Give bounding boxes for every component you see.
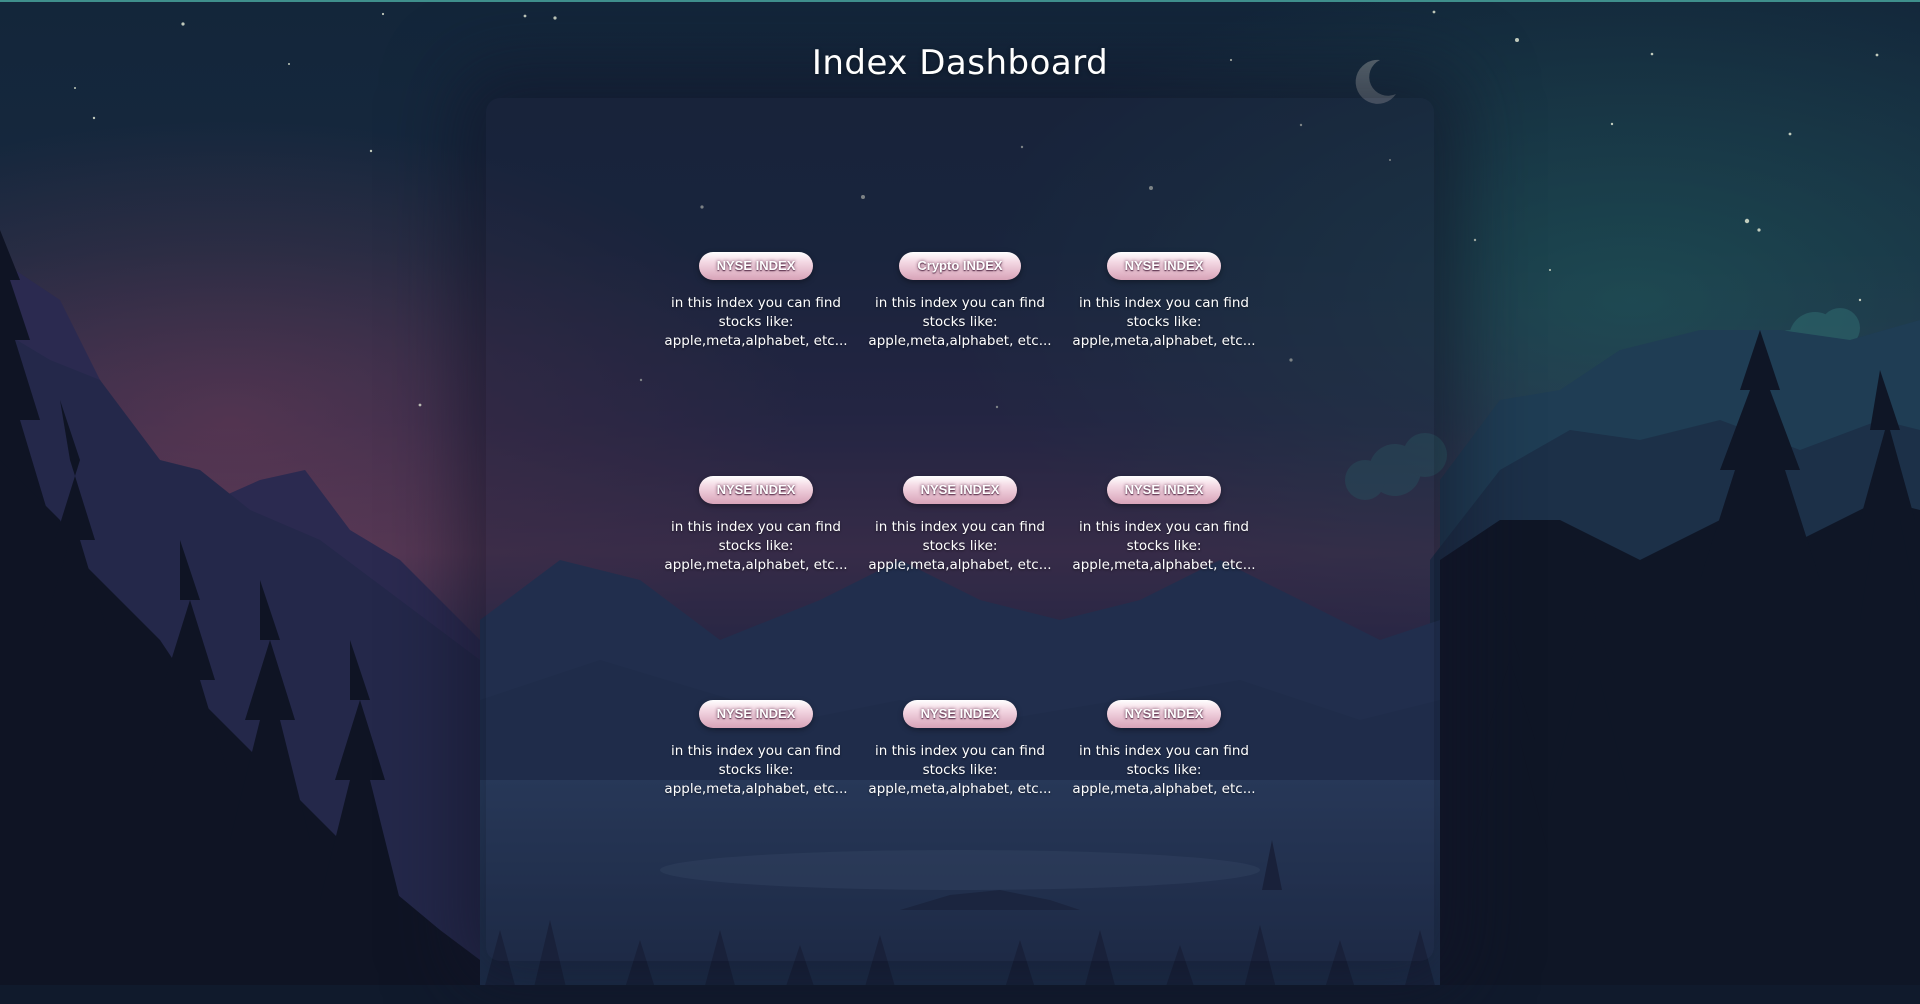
index-description: in this index you can find stocks like: … xyxy=(1072,743,1256,797)
index-button[interactable]: NYSE INDEX xyxy=(698,252,814,280)
index-description: in this index you can find stocks like: … xyxy=(1072,295,1256,349)
index-card: NYSE INDEX in this index you can find st… xyxy=(860,700,1060,799)
index-button[interactable]: Crypto INDEX xyxy=(899,252,1021,280)
index-cards-grid: NYSE INDEX in this index you can find st… xyxy=(486,98,1434,961)
index-button[interactable]: NYSE INDEX xyxy=(1106,252,1222,280)
index-card: NYSE INDEX in this index you can find st… xyxy=(1064,700,1264,799)
index-button[interactable]: NYSE INDEX xyxy=(698,700,814,728)
index-button[interactable]: NYSE INDEX xyxy=(1106,700,1222,728)
index-description: in this index you can find stocks like: … xyxy=(868,519,1052,573)
index-card: NYSE INDEX in this index you can find st… xyxy=(656,476,856,575)
index-card: NYSE INDEX in this index you can find st… xyxy=(1064,476,1264,575)
top-accent-line xyxy=(0,0,1920,2)
index-button[interactable]: NYSE INDEX xyxy=(902,476,1018,504)
index-description: in this index you can find stocks like: … xyxy=(868,743,1052,797)
index-card: NYSE INDEX in this index you can find st… xyxy=(860,476,1060,575)
index-card: NYSE INDEX in this index you can find st… xyxy=(1064,252,1264,351)
page-title: Index Dashboard xyxy=(811,42,1109,83)
index-description: in this index you can find stocks like: … xyxy=(664,743,848,797)
index-card: Crypto INDEX in this index you can find … xyxy=(860,252,1060,351)
index-button[interactable]: NYSE INDEX xyxy=(902,700,1018,728)
index-button[interactable]: NYSE INDEX xyxy=(1106,476,1222,504)
index-description: in this index you can find stocks like: … xyxy=(664,295,848,349)
index-card: NYSE INDEX in this index you can find st… xyxy=(656,700,856,799)
index-cards-panel: NYSE INDEX in this index you can find st… xyxy=(486,98,1434,961)
index-description: in this index you can find stocks like: … xyxy=(1072,519,1256,573)
index-description: in this index you can find stocks like: … xyxy=(664,519,848,573)
index-card: NYSE INDEX in this index you can find st… xyxy=(656,252,856,351)
index-description: in this index you can find stocks like: … xyxy=(868,295,1052,349)
index-button[interactable]: NYSE INDEX xyxy=(698,476,814,504)
